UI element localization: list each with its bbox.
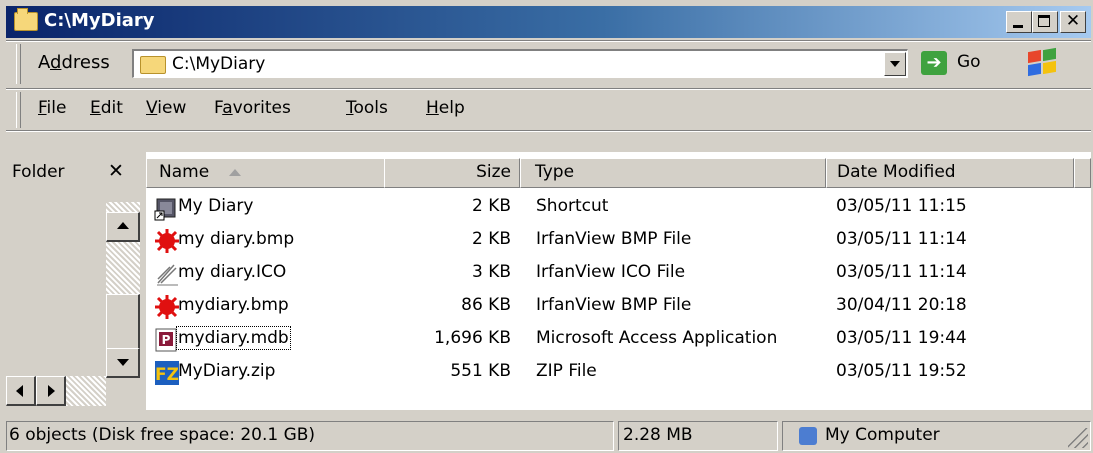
file-row[interactable]: my diary.bmp 2 KB IrfanView BMP File 03/05/… [146, 225, 1091, 258]
file-size: 2 KB [471, 229, 511, 249]
menu-view[interactable]: View [146, 98, 186, 118]
my-computer-icon [799, 427, 817, 445]
file-date-modified: 03/05/11 11:14 [836, 229, 967, 249]
shortcut-icon [154, 195, 180, 221]
go-arrow-icon: ➔ [921, 51, 947, 75]
folder-icon [140, 56, 166, 74]
column-header-size[interactable]: Size [384, 158, 520, 188]
column-header-type[interactable]: Type [520, 158, 826, 188]
folder-pane-title: Folder [12, 162, 65, 182]
file-name[interactable]: my diary.ICO [178, 262, 286, 282]
menu-help[interactable]: Help [426, 98, 465, 118]
file-row[interactable]: My Diary 2 KB Shortcut 03/05/11 11:15 [146, 192, 1091, 225]
scroll-down-button[interactable] [106, 348, 140, 378]
svg-text:P: P [162, 333, 171, 347]
menu-edit[interactable]: Edit [90, 98, 123, 118]
ico-file-icon [154, 261, 180, 287]
sort-ascending-icon [229, 169, 241, 176]
close-button[interactable]: ✕ [1060, 11, 1086, 33]
go-label: Go [957, 52, 981, 72]
maximize-button[interactable] [1032, 11, 1058, 33]
svg-text:FZ: FZ [155, 365, 179, 385]
close-icon: ✕ [1065, 11, 1081, 31]
file-type: IrfanView ICO File [536, 262, 686, 282]
address-label: Address [38, 52, 110, 73]
file-row[interactable]: Pmydiary.mdb 1,696 KB Microsoft Access App… [146, 324, 1091, 357]
menu-tools[interactable]: Tools [346, 98, 388, 118]
folder-icon [14, 8, 38, 31]
menu-favorites[interactable]: Favorites [214, 98, 291, 118]
windows-logo-icon [1026, 47, 1060, 78]
vertical-scrollbar[interactable] [106, 202, 140, 378]
file-date-modified: 03/05/11 19:52 [836, 361, 967, 381]
file-size: 86 KB [461, 295, 511, 315]
toolbar-grip[interactable] [16, 44, 21, 84]
scroll-thumb[interactable] [106, 294, 140, 354]
filezilla-zip-icon: FZ [154, 360, 180, 386]
title-bar[interactable]: C:\MyDiary ✕ [6, 6, 1091, 38]
menu-bar: File Edit View Favorites Tools Help [16, 92, 1089, 128]
access-icon: P [154, 327, 180, 353]
file-date-modified: 03/05/11 19:44 [836, 328, 967, 348]
go-button[interactable]: ➔ Go [919, 49, 991, 78]
horizontal-scrollbar[interactable] [6, 376, 106, 406]
file-size: 551 KB [450, 361, 511, 381]
file-size: 3 KB [471, 262, 511, 282]
irfanview-icon [154, 294, 180, 320]
file-name[interactable]: my diary.bmp [178, 229, 294, 249]
divider [6, 130, 1091, 132]
minimize-button[interactable] [1006, 11, 1032, 33]
address-dropdown-button[interactable] [884, 52, 906, 76]
file-row[interactable]: mydiary.bmp 86 KB IrfanView BMP File 30/04/… [146, 291, 1091, 324]
file-row[interactable]: FZ MyDiary.zip 551 KB ZIP File 03/05/11 19:5… [146, 357, 1091, 390]
file-name[interactable]: mydiary.bmp [178, 295, 289, 315]
address-path[interactable]: C:\MyDiary [172, 54, 265, 74]
file-name[interactable]: MyDiary.zip [178, 361, 275, 381]
window-title: C:\MyDiary [44, 10, 155, 31]
column-header-filler [1074, 158, 1091, 188]
file-name[interactable]: mydiary.mdb [176, 326, 291, 350]
explorer-window: C:\MyDiary ✕ Address C:\MyDiary ➔ Go Fil… [0, 0, 1093, 453]
file-date-modified: 03/05/11 11:15 [836, 196, 967, 216]
address-bar: Address C:\MyDiary ➔ Go [16, 44, 1089, 84]
file-size: 1,696 KB [434, 328, 511, 348]
menu-file[interactable]: File [38, 98, 66, 118]
column-header-date[interactable]: Date Modified [826, 158, 1074, 188]
file-type: IrfanView BMP File [536, 229, 692, 249]
status-bar: 6 objects (Disk free space: 20.1 GB) 2.2… [6, 418, 1091, 452]
file-row[interactable]: my diary.ICO 3 KB IrfanView ICO File 03/05/… [146, 258, 1091, 291]
divider [6, 88, 1091, 90]
file-type: ZIP File [536, 361, 597, 381]
file-size: 2 KB [471, 196, 511, 216]
minimize-icon [1013, 25, 1023, 28]
scroll-right-button[interactable] [36, 376, 66, 406]
file-type: IrfanView BMP File [536, 295, 692, 315]
address-input[interactable]: C:\MyDiary [132, 49, 908, 78]
scroll-left-button[interactable] [6, 376, 36, 406]
file-date-modified: 30/04/11 20:18 [836, 295, 967, 315]
folder-pane-header: Folder ✕ [6, 158, 136, 188]
status-objects: 6 objects (Disk free space: 20.1 GB) [6, 421, 614, 451]
status-size: 2.28 MB [618, 421, 778, 451]
irfanview-icon [154, 228, 180, 254]
status-location: My Computer [782, 421, 1091, 451]
toolbar-grip[interactable] [16, 92, 21, 128]
file-list: Name Size Type Date Modified My Diary 2 K… [146, 152, 1091, 410]
file-name[interactable]: My Diary [178, 196, 253, 216]
file-type: Microsoft Access Application [536, 328, 778, 348]
scroll-up-button[interactable] [106, 212, 140, 242]
maximize-icon [1038, 15, 1050, 27]
file-date-modified: 03/05/11 11:14 [836, 262, 967, 282]
close-folder-pane-icon[interactable]: ✕ [108, 160, 124, 182]
divider [6, 40, 1091, 42]
folder-pane: Folder ✕ [6, 152, 140, 410]
resize-grip-icon[interactable] [1068, 428, 1088, 448]
file-type: Shortcut [536, 196, 609, 216]
